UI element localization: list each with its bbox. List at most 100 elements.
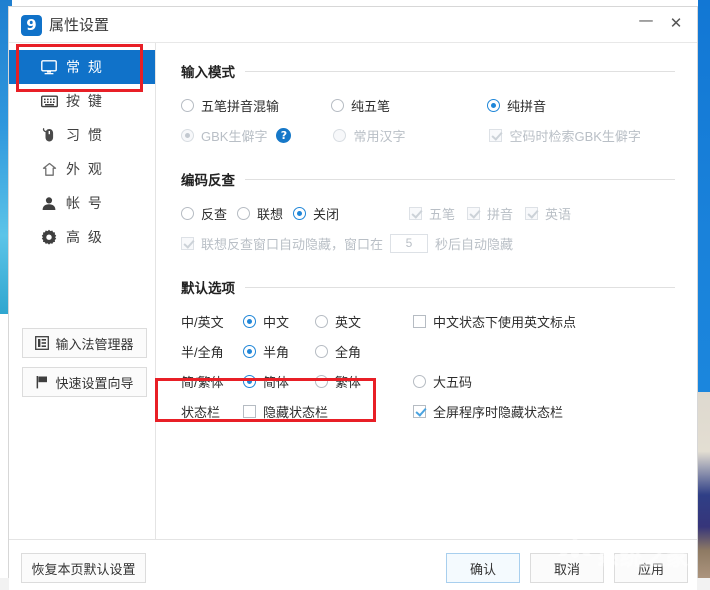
option-label: 中文状态下使用英文标点 — [433, 314, 577, 330]
quick-setup-wizard-button[interactable]: 快速设置向导 — [22, 367, 147, 397]
option-label: 繁体 — [335, 374, 362, 390]
row-label: 简/繁体 — [181, 374, 224, 390]
mouse-icon — [39, 126, 59, 144]
radio-indicator — [413, 374, 426, 388]
option-label: 简体 — [263, 374, 290, 390]
radio-indicator — [315, 374, 328, 388]
group-rule — [245, 70, 675, 72]
keyboard-icon — [39, 92, 59, 110]
checkbox-indicator — [467, 206, 481, 220]
radio-indicator — [331, 98, 344, 112]
group-rule — [245, 286, 675, 288]
settings-content: 输入模式 五笔拼音混输 纯五笔 纯拼音 GBK生僻字 ? 常用汉字 空码时检索G… — [156, 43, 697, 539]
option-lookup-association[interactable]: 联想 — [237, 204, 293, 223]
apply-button[interactable]: 应用 — [614, 553, 688, 583]
group-input-mode: 输入模式 五笔拼音混输 纯五笔 纯拼音 GBK生僻字 ? 常用汉字 空码时检索G… — [181, 61, 675, 148]
option-label: 中文 — [263, 314, 290, 330]
restore-defaults-button[interactable]: 恢复本页默认设置 — [21, 553, 146, 583]
sidebar-item-appearance[interactable]: 外 观 — [9, 152, 155, 186]
input-mode-row-2: GBK生僻字 ? 常用汉字 空码时检索GBK生僻字 — [181, 122, 675, 148]
ok-button[interactable]: 确认 — [446, 553, 520, 583]
option-fullwidth[interactable]: 全角 — [315, 342, 413, 361]
minimize-icon[interactable]: — — [633, 11, 659, 35]
sidebar-item-label: 高 级 — [66, 229, 104, 245]
option-simplified[interactable]: 简体 — [243, 372, 315, 391]
desktop-background-right — [698, 0, 710, 392]
option-english[interactable]: 英文 — [315, 312, 413, 331]
close-icon[interactable]: ✕ — [663, 11, 689, 35]
encoding-lookup-row-1: 反查 联想 关闭 五笔 拼音 英语 — [181, 200, 675, 226]
option-label: 纯五笔 — [351, 98, 391, 114]
sidebar-item-general[interactable]: 常 规 — [9, 50, 155, 84]
radio-indicator — [181, 98, 194, 112]
radio-indicator — [333, 128, 347, 142]
autohide-seconds-input[interactable]: 5 — [390, 233, 429, 253]
row-simplified-traditional: 简/繁体 简体 繁体 大五码 — [181, 368, 675, 394]
option-hide-status-bar-fullscreen[interactable]: 全屏程序时隐藏状态栏 — [413, 402, 563, 421]
option-label: 纯拼音 — [507, 98, 547, 114]
option-lookup-reverse[interactable]: 反查 — [181, 204, 237, 223]
row-status-bar: 状态栏 隐藏状态栏 全屏程序时隐藏状态栏 — [181, 398, 675, 424]
row-label: 半/全角 — [181, 344, 224, 360]
option-label: 英语 — [545, 206, 572, 222]
radio-indicator — [315, 314, 328, 328]
sidebar-button-label: 快速设置向导 — [55, 375, 134, 391]
person-icon — [39, 194, 59, 212]
sidebar-buttons: 输入法管理器 快速设置向导 — [22, 328, 147, 406]
option-lookup-off[interactable]: 关闭 — [293, 204, 339, 223]
input-method-manager-button[interactable]: 输入法管理器 — [22, 328, 147, 358]
checkbox-indicator — [525, 206, 539, 220]
sidebar-item-advanced[interactable]: 高 级 — [9, 220, 155, 254]
option-chinese[interactable]: 中文 — [243, 312, 315, 331]
option-pure-pinyin[interactable]: 纯拼音 — [487, 96, 546, 115]
monitor-icon — [39, 58, 59, 76]
option-english-punctuation-in-chinese[interactable]: 中文状态下使用英文标点 — [413, 312, 576, 331]
option-autohide-lookup-window[interactable]: 联想反查窗口自动隐藏，窗口在 — [181, 234, 383, 253]
option-lookup-wubi[interactable]: 五笔 — [409, 204, 467, 223]
sidebar-item-label: 帐 号 — [66, 195, 104, 211]
radio-indicator — [237, 206, 250, 220]
input-mode-row-1: 五笔拼音混输 纯五笔 纯拼音 — [181, 92, 675, 118]
row-label: 状态栏 — [181, 404, 221, 420]
option-label: 常用汉字 — [353, 128, 406, 144]
cancel-button[interactable]: 取消 — [530, 553, 604, 583]
option-common-chars[interactable]: 常用汉字 — [333, 126, 489, 145]
option-label: 全角 — [335, 344, 362, 360]
option-label: 全屏程序时隐藏状态栏 — [433, 404, 564, 420]
option-hide-status-bar[interactable]: 隐藏状态栏 — [243, 402, 413, 421]
checkbox-indicator — [489, 128, 503, 142]
option-search-gbk-on-empty-code[interactable]: 空码时检索GBK生僻字 — [489, 126, 641, 145]
sidebar-item-account[interactable]: 帐 号 — [9, 186, 155, 220]
sidebar-button-label: 输入法管理器 — [55, 336, 134, 352]
radio-indicator — [181, 206, 194, 220]
option-traditional[interactable]: 繁体 — [315, 372, 413, 391]
sidebar: 常 规 按 键 习 惯 外 观 帐 号 高 级 输入法管理器 快速设置向导 — [9, 43, 156, 539]
radio-indicator — [181, 128, 194, 142]
option-lookup-english[interactable]: 英语 — [525, 204, 571, 223]
shirt-icon — [39, 160, 59, 178]
autohide-suffix-label: 秒后自动隐藏 — [435, 236, 514, 252]
option-wubi-pinyin-mixed[interactable]: 五笔拼音混输 — [181, 96, 331, 115]
checkbox-indicator — [181, 236, 194, 250]
help-icon[interactable]: ? — [276, 127, 292, 143]
option-lookup-pinyin[interactable]: 拼音 — [467, 204, 525, 223]
group-rule — [245, 178, 675, 180]
option-pure-wubi[interactable]: 纯五笔 — [331, 96, 487, 115]
option-halfwidth[interactable]: 半角 — [243, 342, 315, 361]
radio-indicator — [315, 344, 328, 358]
option-label: 关闭 — [313, 206, 340, 222]
option-label: 五笔 — [429, 206, 456, 222]
option-gbk-rare-chars[interactable]: GBK生僻字 — [181, 126, 267, 145]
group-title-default-options: 默认选项 — [181, 277, 675, 297]
sidebar-item-habits[interactable]: 习 惯 — [9, 118, 155, 152]
window-title: 属性设置 — [49, 17, 110, 34]
radio-indicator — [243, 314, 256, 328]
option-label: 空码时检索GBK生僻字 — [509, 128, 641, 144]
option-big5[interactable]: 大五码 — [413, 372, 472, 391]
sidebar-item-keys[interactable]: 按 键 — [9, 84, 155, 118]
radio-indicator — [293, 206, 306, 220]
sidebar-item-label: 外 观 — [66, 161, 104, 177]
checkbox-indicator — [409, 206, 423, 220]
option-label: 联想 — [257, 206, 284, 222]
gear-icon — [39, 228, 59, 246]
